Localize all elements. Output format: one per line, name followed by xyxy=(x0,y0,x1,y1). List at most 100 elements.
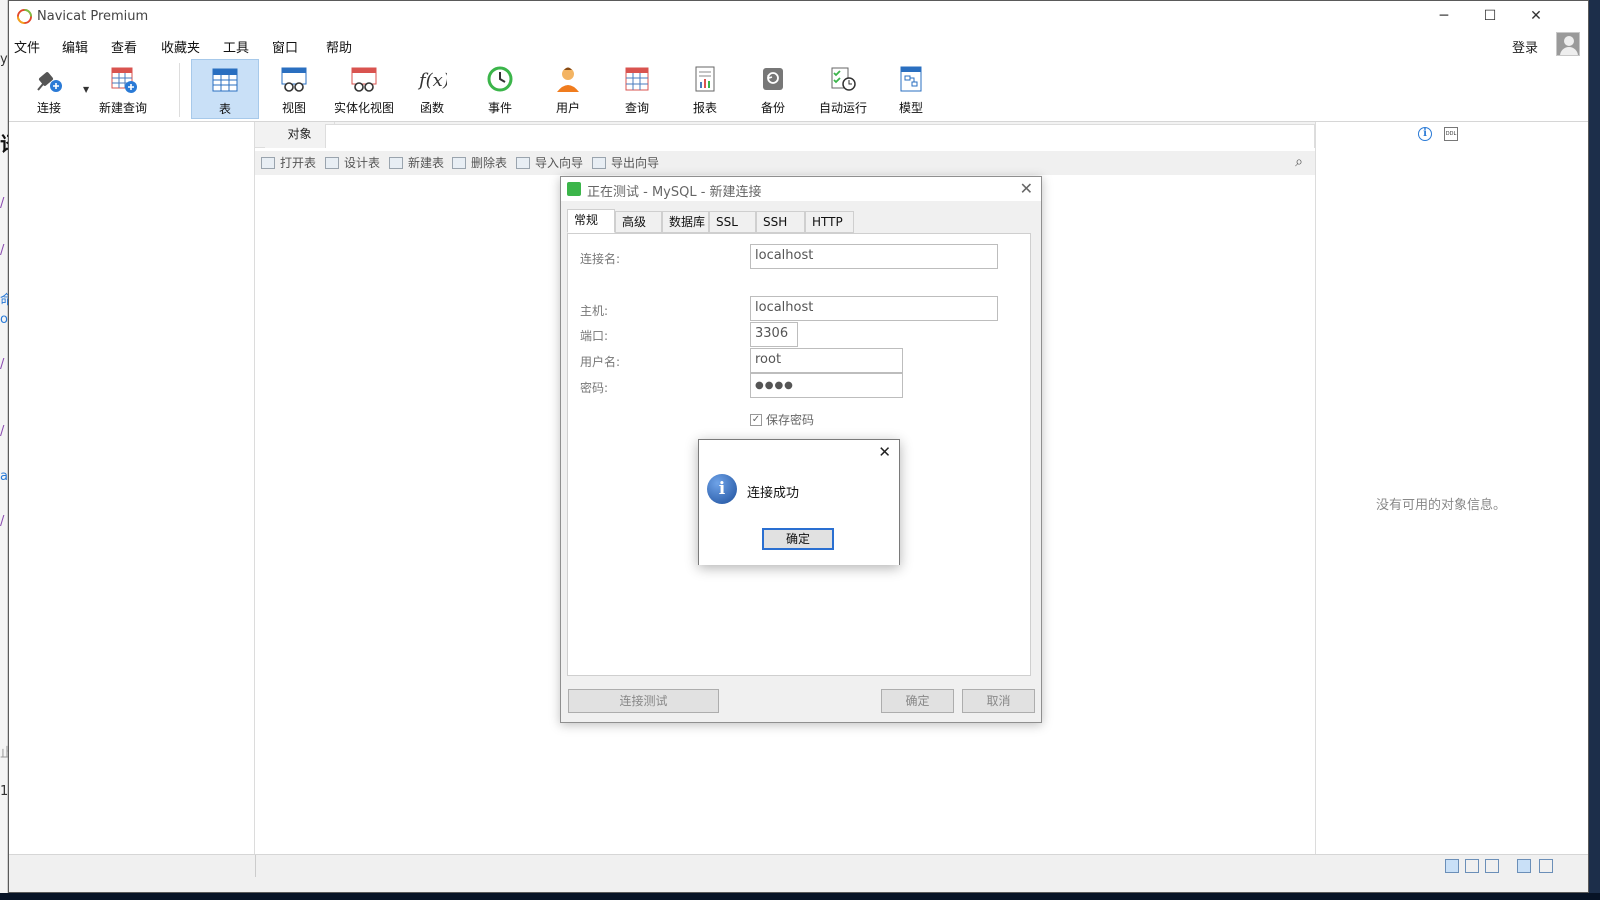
main-toolbar: 连接 ▼ 新建查询 表 视图 实体化视图 f(x) 函数 事件 用户 查询 报表… xyxy=(9,59,1588,121)
toolbar-automation-button[interactable]: 自动运行 xyxy=(807,59,879,119)
design-table-icon xyxy=(325,156,339,169)
toolbar-connect-button[interactable]: 连接 xyxy=(15,59,83,119)
toolbar-model-button[interactable]: 模型 xyxy=(877,59,945,119)
toolbar-label: 表 xyxy=(218,102,231,116)
new-table-button[interactable]: 新建表 xyxy=(389,154,444,171)
function-icon: f(x) xyxy=(417,70,447,91)
tab-advanced[interactable]: 高级 xyxy=(615,211,662,233)
toolbar-event-button[interactable]: 事件 xyxy=(466,59,534,119)
toolbar-label: 视图 xyxy=(281,101,306,115)
test-connection-button[interactable]: 连接测试 xyxy=(568,689,719,713)
search-icon[interactable]: ⌕ xyxy=(1295,154,1303,170)
new-table-icon xyxy=(389,156,403,169)
username-label: 用户名: xyxy=(580,355,621,369)
toolbar-new-query-button[interactable]: 新建查询 xyxy=(89,59,157,119)
toolbar-query-button[interactable]: 查询 xyxy=(603,59,671,119)
menu-bar: 文件 编辑 查看 收藏夹 工具 窗口 帮助 xyxy=(9,35,1588,57)
toolbar-materialized-view-button[interactable]: 实体化视图 xyxy=(328,59,400,119)
close-icon[interactable]: ✕ xyxy=(1020,179,1033,198)
password-field[interactable]: ●●●● xyxy=(750,373,903,398)
cancel-button[interactable]: 取消 xyxy=(962,689,1035,713)
save-password-label: 保存密码 xyxy=(766,413,815,427)
toggle-info-pane-icon[interactable] xyxy=(1539,859,1553,873)
connect-plug-icon xyxy=(37,72,62,92)
object-info-pane: i DDL 没有可用的对象信息。 xyxy=(1315,122,1588,854)
delete-table-icon xyxy=(452,156,466,169)
connection-name-field[interactable]: localhost xyxy=(750,244,998,269)
port-label: 端口: xyxy=(580,329,609,343)
login-link[interactable]: 登录 xyxy=(1512,37,1538,56)
new-query-icon xyxy=(111,67,137,93)
toolbar-user-button[interactable]: 用户 xyxy=(534,59,602,119)
toolbar-backup-button[interactable]: 备份 xyxy=(739,59,807,119)
query-icon xyxy=(625,67,649,91)
export-wizard-button[interactable]: 导出向导 xyxy=(592,154,659,171)
tab-ssh[interactable]: SSH xyxy=(756,211,805,233)
info-icon[interactable]: i xyxy=(1418,127,1432,141)
export-wizard-label: 导出向导 xyxy=(611,156,660,170)
table-icon xyxy=(212,68,238,92)
toolbar-view-button[interactable]: 视图 xyxy=(260,59,328,119)
username-field[interactable]: root xyxy=(750,348,903,373)
backup-icon xyxy=(763,68,783,90)
ok-button[interactable]: 确定 xyxy=(881,689,954,713)
window-title: Navicat Premium xyxy=(37,9,149,24)
open-table-button[interactable]: 打开表 xyxy=(261,154,316,171)
host-field[interactable]: localhost xyxy=(750,296,998,321)
toggle-nav-pane-icon[interactable] xyxy=(1517,859,1531,873)
menu-help[interactable]: 帮助 xyxy=(326,37,352,56)
message-ok-button[interactable]: 确定 xyxy=(762,528,834,550)
tab-http[interactable]: HTTP xyxy=(805,211,854,233)
view-icon xyxy=(281,67,307,92)
report-icon xyxy=(695,66,715,92)
toolbar-label: 用户 xyxy=(555,101,580,115)
menu-edit[interactable]: 编辑 xyxy=(62,37,88,56)
bg-glyph: / xyxy=(0,514,5,529)
message-title-bar: ✕ xyxy=(699,440,899,466)
tab-ssl[interactable]: SSL xyxy=(709,211,756,233)
delete-table-button[interactable]: 删除表 xyxy=(452,154,507,171)
tab-databases[interactable]: 数据库 xyxy=(662,211,709,233)
host-label: 主机: xyxy=(580,304,609,318)
menu-window[interactable]: 窗口 xyxy=(272,37,298,56)
design-table-label: 设计表 xyxy=(344,156,381,170)
save-password-checkbox[interactable]: ✓ 保存密码 xyxy=(750,411,814,428)
open-table-icon xyxy=(261,156,275,169)
tab-strip-area xyxy=(325,124,1315,148)
bg-glyph: y xyxy=(0,52,8,67)
toolbar-function-button[interactable]: f(x) 函数 xyxy=(398,59,466,119)
background-window-edge: y 译 / / 命 o / / a / 止 18 xyxy=(0,0,20,900)
toolbar-report-button[interactable]: 报表 xyxy=(671,59,739,119)
automation-icon xyxy=(831,67,856,91)
close-button[interactable]: ✕ xyxy=(1513,1,1559,31)
avatar-icon[interactable] xyxy=(1556,32,1580,56)
menu-tools[interactable]: 工具 xyxy=(223,37,249,56)
port-field[interactable]: 3306 xyxy=(750,322,798,347)
menu-file[interactable]: 文件 xyxy=(14,37,40,56)
bg-glyph: / xyxy=(0,243,5,258)
toolbar-label: 自动运行 xyxy=(818,101,867,115)
ddl-icon[interactable]: DDL xyxy=(1444,127,1458,141)
grid-view-icon[interactable] xyxy=(1485,859,1499,873)
connection-success-message-box: ✕ i 连接成功 确定 xyxy=(698,439,900,565)
import-wizard-button[interactable]: 导入向导 xyxy=(516,154,583,171)
design-table-button[interactable]: 设计表 xyxy=(325,154,380,171)
close-icon[interactable]: ✕ xyxy=(878,443,891,461)
status-divider xyxy=(255,855,256,877)
toolbar-table-button[interactable]: 表 xyxy=(191,59,259,119)
delete-table-label: 删除表 xyxy=(471,156,508,170)
toolbar-label: 查询 xyxy=(624,101,649,115)
connection-navigation-pane[interactable] xyxy=(9,122,255,854)
event-clock-icon xyxy=(487,66,513,92)
information-icon: i xyxy=(707,474,737,504)
detail-view-icon[interactable] xyxy=(1465,859,1479,873)
menu-favorites[interactable]: 收藏夹 xyxy=(161,37,200,56)
maximize-button[interactable]: ☐ xyxy=(1467,1,1513,31)
materialized-view-icon xyxy=(351,67,377,92)
toolbar-label: 备份 xyxy=(760,101,785,115)
menu-view[interactable]: 查看 xyxy=(111,37,137,56)
tab-general[interactable]: 常规 xyxy=(567,209,615,233)
list-view-icon[interactable] xyxy=(1445,859,1459,873)
minimize-button[interactable]: ─ xyxy=(1421,1,1467,31)
connection-name-label: 连接名: xyxy=(580,252,621,266)
